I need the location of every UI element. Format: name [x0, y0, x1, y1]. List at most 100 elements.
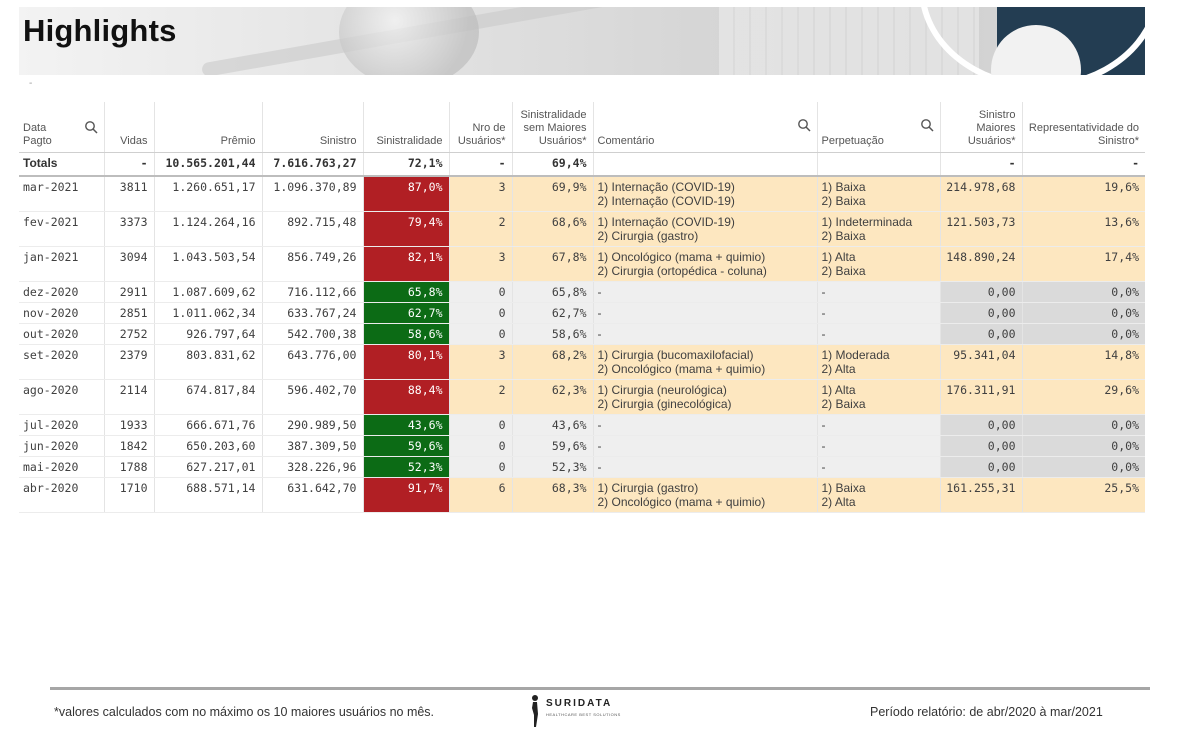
- cell-nro-usuarios: 2: [449, 379, 513, 415]
- totals-premio: 10.565.201,44: [154, 152, 263, 177]
- comentario-line-1: -: [597, 460, 602, 474]
- cell-representatividade: 0,0%: [1022, 323, 1145, 345]
- header-label: Comentário: [597, 135, 655, 147]
- search-icon[interactable]: [84, 120, 98, 134]
- cell-representatividade: 13,6%: [1022, 211, 1145, 247]
- cell-sinistralidade: 91,7%: [363, 477, 450, 513]
- comentario-line-2: 2) Oncológico (mama + quimio): [597, 495, 766, 509]
- highlights-table: Data Pagto Vidas Prêmio Sinistro Sinistr…: [19, 102, 1145, 513]
- cell-sinistralidade: 87,0%: [363, 176, 450, 212]
- col-header-representatividade[interactable]: Representatividade do Sinistro*: [1022, 102, 1145, 153]
- cell-perpetuacao: 1) Alta 2) Baixa: [817, 246, 941, 282]
- table-row[interactable]: dez-2020 2911 1.087.609,62 716.112,66 65,8% 0…: [19, 281, 1145, 303]
- cell-sinistralidade-sem-maiores: 68,3%: [512, 477, 594, 513]
- table-row[interactable]: set-2020 2379 803.831,62 643.776,00 80,1% 3 68…: [19, 344, 1145, 380]
- col-header-vidas[interactable]: Vidas: [104, 102, 155, 153]
- col-header-nro-usuarios[interactable]: Nro de Usuários*: [449, 102, 513, 153]
- cell-comentario: 1) Internação (COVID-19) 2) Cirurgia (gas…: [593, 211, 818, 247]
- col-header-sinistralidade[interactable]: Sinistralidade: [363, 102, 450, 153]
- col-header-sinistralidade-sem-maiores[interactable]: Sinistralidade sem Maiores Usuários*: [512, 102, 594, 153]
- col-header-sinistro[interactable]: Sinistro: [262, 102, 364, 153]
- table-row[interactable]: nov-2020 2851 1.011.062,34 633.767,24 62,7% 0…: [19, 302, 1145, 324]
- comentario-line-1: -: [597, 327, 602, 341]
- cell-premio: 674.817,84: [154, 379, 263, 415]
- perpetuacao-line-1: -: [821, 327, 826, 341]
- comentario-line-2: 2) Cirurgia (gastro): [597, 229, 699, 243]
- cell-premio: 1.087.609,62: [154, 281, 263, 303]
- cell-vidas: 2379: [104, 344, 155, 380]
- cell-data-pagto: jun-2020: [19, 435, 105, 457]
- cell-premio: 1.043.503,54: [154, 246, 263, 282]
- comentario-line-1: 1) Internação (COVID-19): [597, 215, 735, 229]
- cell-sinistralidade: 59,6%: [363, 435, 450, 457]
- cell-representatividade: 0,0%: [1022, 414, 1145, 436]
- cell-representatividade: 14,8%: [1022, 344, 1145, 380]
- col-header-data-pagto[interactable]: Data Pagto: [19, 102, 105, 153]
- cell-sinistro-maiores: 148.890,24: [940, 246, 1023, 282]
- perpetuacao-line-1: -: [821, 418, 826, 432]
- totals-sinistralidade-sem-maiores: 69,4%: [512, 152, 594, 177]
- table-row[interactable]: abr-2020 1710 688.571,14 631.642,70 91,7% 6 68…: [19, 477, 1145, 513]
- cell-perpetuacao: 1) Alta 2) Baixa: [817, 379, 941, 415]
- cell-sinistro: 643.776,00: [262, 344, 364, 380]
- cell-representatividade: 29,6%: [1022, 379, 1145, 415]
- header-label: Nro de Usuários*: [457, 122, 506, 147]
- perpetuacao-line-2: 2) Baixa: [821, 229, 866, 243]
- table-row[interactable]: jan-2021 3094 1.043.503,54 856.749,26 82,1% 3…: [19, 246, 1145, 282]
- header-label: Sinistro Maiores Usuários*: [967, 109, 1016, 147]
- comentario-line-1: 1) Cirurgia (gastro): [597, 481, 699, 495]
- cell-perpetuacao: -: [817, 435, 941, 457]
- cell-sinistro: 633.767,24: [262, 302, 364, 324]
- cell-sinistro-maiores: 95.341,04: [940, 344, 1023, 380]
- table-row[interactable]: out-2020 2752 926.797,64 542.700,38 58,6% 0 58…: [19, 323, 1145, 345]
- perpetuacao-line-2: 2) Baixa: [821, 397, 866, 411]
- cell-representatividade: 0,0%: [1022, 435, 1145, 457]
- totals-vidas: -: [104, 152, 155, 177]
- cell-comentario: 1) Cirurgia (gastro) 2) Oncológico (mama …: [593, 477, 818, 513]
- cell-sinistro: 542.700,38: [262, 323, 364, 345]
- col-header-perpetuacao[interactable]: Perpetuação: [817, 102, 941, 153]
- comentario-line-2: 2) Cirurgia (ortopédica - coluna): [597, 264, 767, 278]
- cell-perpetuacao: -: [817, 456, 941, 478]
- cell-perpetuacao: -: [817, 414, 941, 436]
- table-row[interactable]: jul-2020 1933 666.671,76 290.989,50 43,6% 0 43…: [19, 414, 1145, 436]
- cell-perpetuacao: 1) Baixa 2) Alta: [817, 477, 941, 513]
- cell-vidas: 2114: [104, 379, 155, 415]
- cell-sinistro: 856.749,26: [262, 246, 364, 282]
- page-title: Highlights: [23, 13, 177, 48]
- cell-data-pagto: dez-2020: [19, 281, 105, 303]
- cell-vidas: 2851: [104, 302, 155, 324]
- cell-vidas: 2752: [104, 323, 155, 345]
- table-row[interactable]: jun-2020 1842 650.203,60 387.309,50 59,6% 0 59…: [19, 435, 1145, 457]
- cell-data-pagto: jul-2020: [19, 414, 105, 436]
- totals-label: Totals: [19, 152, 105, 177]
- table-row[interactable]: ago-2020 2114 674.817,84 596.402,70 88,4% 2 62…: [19, 379, 1145, 415]
- cell-sinistro-maiores: 176.311,91: [940, 379, 1023, 415]
- search-icon[interactable]: [797, 118, 811, 132]
- cell-premio: 627.217,01: [154, 456, 263, 478]
- cell-vidas: 3094: [104, 246, 155, 282]
- logo-figure-icon: [532, 695, 538, 727]
- suridata-logo: SURIDATA HEALTHCARE BEST SOLUTIONS: [528, 694, 638, 728]
- comentario-line-1: 1) Internação (COVID-19): [597, 180, 735, 194]
- table-row[interactable]: mar-2021 3811 1.260.651,17 1.096.370,89 87,0…: [19, 176, 1145, 212]
- col-header-comentario[interactable]: Comentário: [593, 102, 818, 153]
- perpetuacao-line-1: -: [821, 285, 826, 299]
- col-header-sinistro-maiores[interactable]: Sinistro Maiores Usuários*: [940, 102, 1023, 153]
- cell-sinistro: 387.309,50: [262, 435, 364, 457]
- cell-comentario: -: [593, 435, 818, 457]
- cell-comentario: -: [593, 323, 818, 345]
- totals-nro-usuarios: -: [449, 152, 513, 177]
- table-row[interactable]: fev-2021 3373 1.124.264,16 892.715,48 79,4% 2…: [19, 211, 1145, 247]
- cell-sinistralidade-sem-maiores: 59,6%: [512, 435, 594, 457]
- header-label: Sinistro: [319, 135, 357, 147]
- col-header-premio[interactable]: Prêmio: [154, 102, 263, 153]
- header-label: Sinistralidade: [376, 135, 443, 147]
- report-period: Período relatório: de abr/2020 à mar/202…: [870, 705, 1103, 719]
- cell-comentario: 1) Cirurgia (neurológica) 2) Cirurgia (gi…: [593, 379, 818, 415]
- totals-comentario: [593, 152, 818, 177]
- cell-sinistralidade-sem-maiores: 65,8%: [512, 281, 594, 303]
- search-icon[interactable]: [920, 118, 934, 132]
- table-row[interactable]: mai-2020 1788 627.217,01 328.226,96 52,3% 0 52…: [19, 456, 1145, 478]
- cell-perpetuacao: -: [817, 323, 941, 345]
